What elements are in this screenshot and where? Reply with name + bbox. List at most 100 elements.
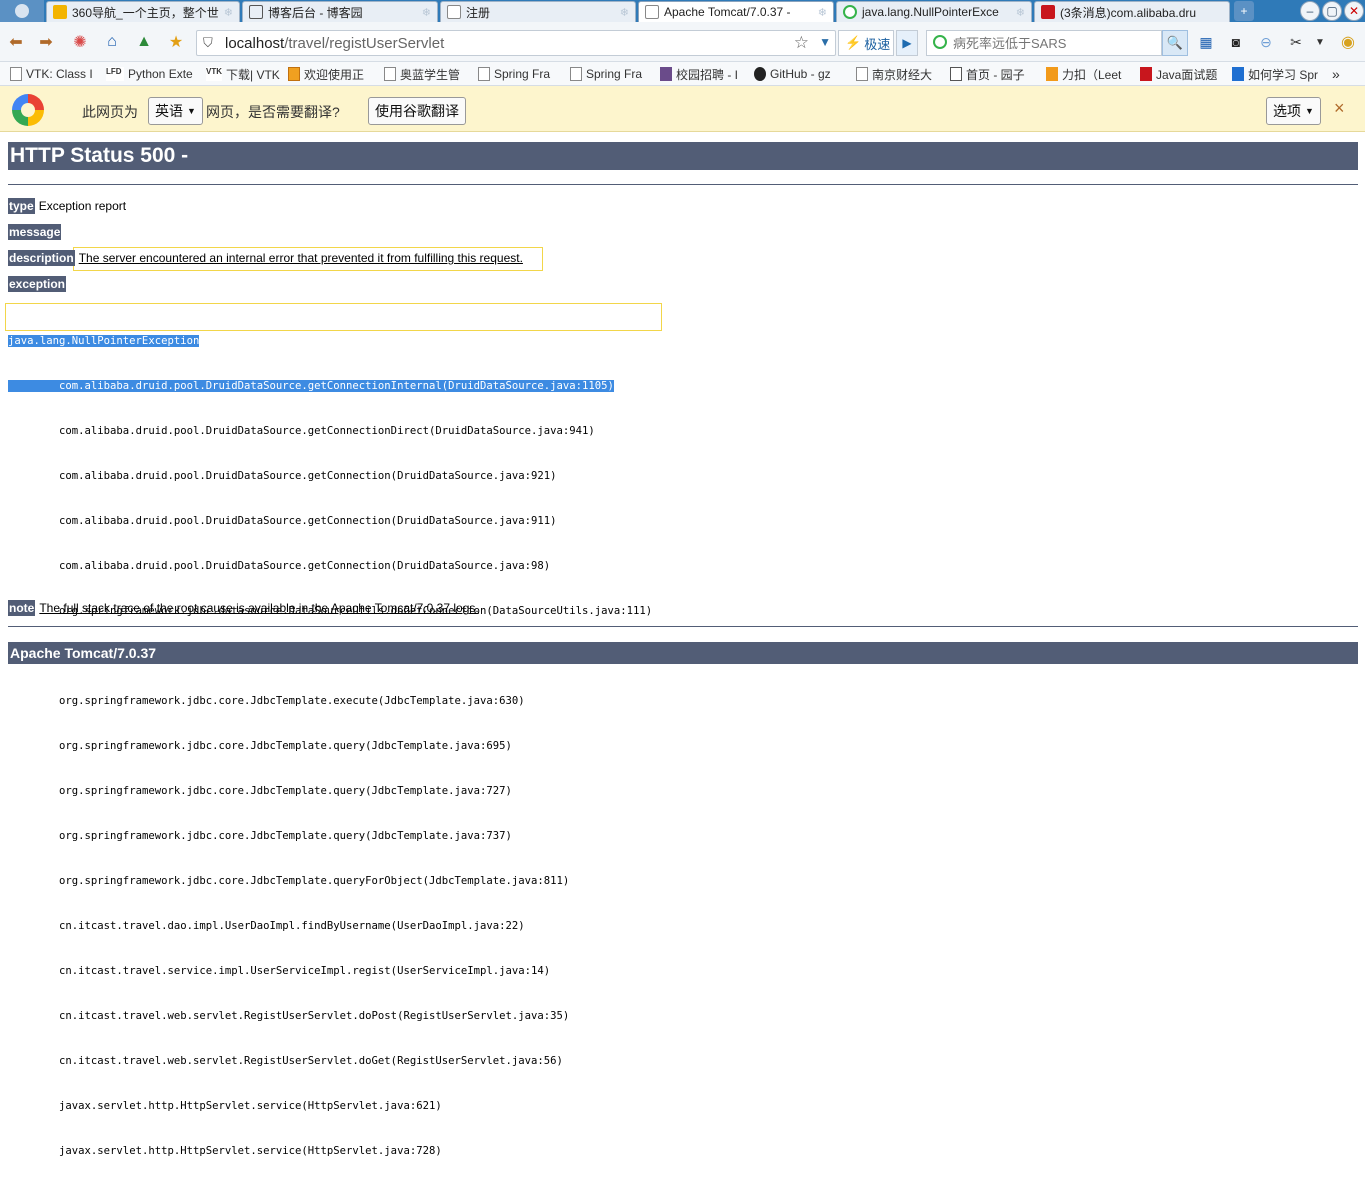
minus-circle-icon[interactable]: ⊖ bbox=[1254, 30, 1278, 54]
page-icon bbox=[478, 67, 490, 81]
scissors-icon[interactable]: ✂ bbox=[1284, 30, 1308, 54]
search-input[interactable] bbox=[953, 34, 1153, 52]
snowflake-icon: ❄ bbox=[223, 7, 233, 19]
extension-icon[interactable]: ◙ bbox=[1224, 30, 1248, 54]
bookmark-item[interactable]: Java面试题 bbox=[1140, 66, 1226, 82]
close-icon[interactable]: × bbox=[1334, 98, 1345, 119]
stack-line-text: javax.servlet.http.HttpServlet.service(H… bbox=[59, 1100, 442, 1112]
bookmark-item[interactable]: LFD Python Exte bbox=[106, 66, 196, 82]
cnblogs-icon bbox=[249, 5, 263, 19]
forward-button[interactable]: ➡ bbox=[34, 30, 58, 54]
maximize-button[interactable]: ▢ bbox=[1322, 1, 1342, 21]
bookmark-label: 欢迎使用正 bbox=[304, 67, 365, 82]
speed-label: 极速 bbox=[864, 36, 891, 52]
bookmark-item[interactable]: GitHub - gz bbox=[754, 66, 852, 82]
description-row: description The server encountered an in… bbox=[8, 250, 523, 266]
speed-mode-button[interactable]: ⚡ 极速 bbox=[838, 30, 894, 56]
menu-icon[interactable]: ◉ bbox=[1336, 30, 1360, 54]
options-label: 选项 bbox=[1273, 103, 1301, 119]
stack-line-text: com.alibaba.druid.pool.DruidDataSource.g… bbox=[59, 425, 595, 437]
exception-row: exception bbox=[8, 276, 70, 292]
bookmark-item[interactable]: VTK 下载| VTK bbox=[206, 66, 284, 82]
bookmark-star-icon[interactable]: ☆ bbox=[794, 33, 809, 53]
bookmarks-more-button[interactable]: » bbox=[1332, 66, 1352, 82]
cnblogs-icon bbox=[950, 67, 962, 81]
stack-line: com.alibaba.druid.pool.DruidDataSource.g… bbox=[8, 469, 652, 484]
bookmark-item[interactable]: Spring Fra bbox=[478, 66, 560, 82]
tab-title: 注册 bbox=[466, 5, 491, 20]
csdn-icon bbox=[1140, 67, 1152, 81]
bookmark-item[interactable]: 如何学习 Spr bbox=[1232, 66, 1324, 82]
translate-button-label: 使用谷歌翻译 bbox=[375, 103, 459, 119]
minimize-button[interactable]: – bbox=[1300, 1, 1320, 21]
stack-line: javax.servlet.http.HttpServlet.service(H… bbox=[8, 1144, 652, 1159]
translate-button[interactable]: 使用谷歌翻译 bbox=[368, 97, 466, 125]
bookmark-label: Java面试题 bbox=[1156, 67, 1218, 82]
translate-logo-icon bbox=[12, 94, 44, 126]
language-select[interactable]: 英语 ▼ bbox=[148, 97, 203, 125]
chevron-down-icon: ▼ bbox=[1305, 106, 1314, 116]
stack-line-text: cn.itcast.travel.web.servlet.RegistUserS… bbox=[59, 1010, 570, 1022]
bookmark-item[interactable]: VTK: Class I bbox=[10, 66, 98, 82]
tab-csdn[interactable]: (3条消息)com.alibaba.dru bbox=[1034, 1, 1230, 22]
vtk-icon: VTK bbox=[206, 67, 222, 81]
stack-line-text: cn.itcast.travel.service.impl.UserServic… bbox=[59, 965, 551, 977]
url-host: localhost bbox=[225, 35, 285, 52]
bookmark-label: 南京财经大 bbox=[872, 67, 933, 82]
favorites-star-icon[interactable]: ★ bbox=[164, 30, 188, 54]
close-window-button[interactable]: ✕ bbox=[1344, 1, 1364, 21]
stack-line: org.springframework.jdbc.core.JdbcTempla… bbox=[8, 874, 652, 889]
translate-prefix: 此网页为 bbox=[82, 104, 138, 120]
stack-line: com.alibaba.druid.pool.DruidDataSource.g… bbox=[8, 379, 652, 394]
chevron-down-icon[interactable]: ▼ bbox=[819, 35, 831, 49]
page-icon bbox=[10, 67, 22, 81]
360-nav-icon bbox=[53, 5, 67, 19]
play-icon[interactable]: ▶ bbox=[896, 30, 918, 56]
stack-line-selected: com.alibaba.druid.pool.DruidDataSource.g… bbox=[8, 380, 614, 392]
tab-register[interactable]: 注册 ❄ bbox=[440, 1, 636, 22]
bookmark-item[interactable]: 校园招聘 - I bbox=[660, 66, 744, 82]
shield-icon: ⛉ bbox=[203, 35, 213, 50]
page-icon bbox=[856, 67, 868, 81]
search-button[interactable]: 🔍 bbox=[1162, 30, 1188, 56]
stack-line: org.springframework.jdbc.core.JdbcTempla… bbox=[8, 829, 652, 844]
lfd-icon: LFD bbox=[106, 67, 124, 81]
search-box[interactable] bbox=[926, 30, 1162, 56]
tree-icon[interactable]: ▲ bbox=[132, 30, 156, 54]
page-icon bbox=[384, 67, 396, 81]
scissors-dropdown-icon[interactable]: ▼ bbox=[1308, 30, 1332, 54]
bookmark-label: Python Exte bbox=[128, 67, 193, 81]
new-tab-button[interactable]: + bbox=[1234, 1, 1254, 21]
message-row: message bbox=[8, 224, 65, 240]
url-text[interactable]: localhost/travel/registUserServlet bbox=[225, 35, 444, 52]
bookmark-item[interactable]: 南京财经大 bbox=[856, 66, 946, 82]
refresh-icon[interactable]: ✺ bbox=[68, 30, 92, 54]
user-avatar[interactable] bbox=[0, 0, 44, 22]
box-icon bbox=[288, 67, 300, 81]
tab-tomcat-active[interactable]: Apache Tomcat/7.0.37 - ❄ bbox=[638, 1, 834, 22]
tab-npe-search[interactable]: java.lang.NullPointerExce ❄ bbox=[836, 1, 1032, 22]
bookmark-item[interactable]: 力扣（Leet bbox=[1046, 66, 1130, 82]
leetcode-icon bbox=[1046, 67, 1058, 81]
tab-title: java.lang.NullPointerExce bbox=[862, 5, 999, 19]
bookmark-item[interactable]: 欢迎使用正 bbox=[288, 66, 374, 82]
apps-grid-icon[interactable]: ▦ bbox=[1194, 30, 1218, 54]
tab-title: 360导航_一个主页，整个世 bbox=[72, 5, 219, 20]
search-engine-icon bbox=[933, 35, 947, 49]
bookmark-item[interactable]: 奥蓝学生管 bbox=[384, 66, 468, 82]
message-label: message bbox=[8, 224, 62, 240]
bookmark-item[interactable]: Spring Fra bbox=[570, 66, 652, 82]
page-content: HTTP Status 500 - type Exception report … bbox=[0, 132, 1365, 1157]
home-icon[interactable]: ⌂ bbox=[100, 30, 124, 54]
snowflake-icon: ❄ bbox=[421, 7, 431, 19]
tab-cnblogs-admin[interactable]: 博客后台 - 博客园 ❄ bbox=[242, 1, 438, 22]
stack-line-text: java.lang.NullPointerException bbox=[8, 335, 200, 347]
tab-360-nav[interactable]: 360导航_一个主页，整个世 ❄ bbox=[46, 1, 240, 22]
stack-line: cn.itcast.travel.service.impl.UserServic… bbox=[8, 964, 652, 979]
back-button[interactable]: ⬅ bbox=[4, 30, 28, 54]
search-icon bbox=[843, 5, 857, 19]
bookmark-item[interactable]: 首页 - 园子 bbox=[950, 66, 1038, 82]
options-button[interactable]: 选项 ▼ bbox=[1266, 97, 1321, 125]
stack-line-text: org.springframework.jdbc.core.JdbcTempla… bbox=[59, 785, 512, 797]
address-bar[interactable]: ⛉ localhost/travel/registUserServlet ☆ ▼ bbox=[196, 30, 836, 56]
